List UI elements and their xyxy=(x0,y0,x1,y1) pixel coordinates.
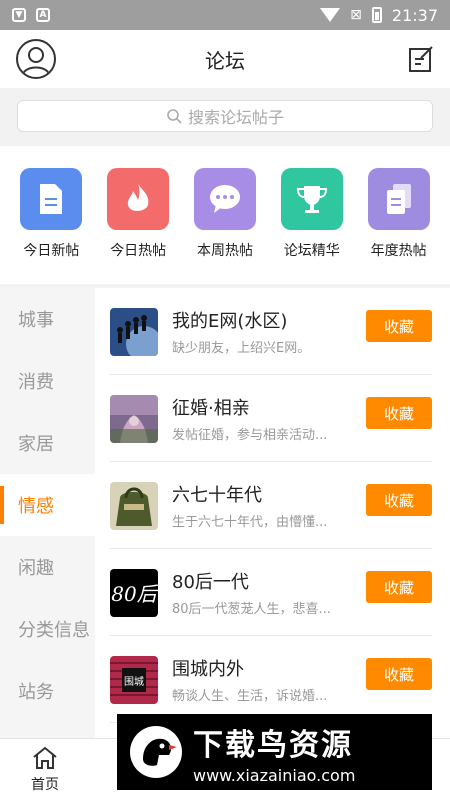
list-item[interactable]: 围城 围城内外 畅谈人生、生活，诉说婚... 收藏 xyxy=(95,636,450,723)
category-week-hot[interactable]: 本周热帖 xyxy=(185,168,265,284)
search-icon xyxy=(167,109,182,124)
category-label: 今日热帖 xyxy=(110,243,167,259)
category-today-hot[interactable]: 今日热帖 xyxy=(98,168,178,284)
search-placeholder: 搜索论坛帖子 xyxy=(187,108,284,127)
forum-description: 缺少朋友，上绍兴E网。 xyxy=(172,341,311,356)
sidebar-item-leisure[interactable]: 闲趣 xyxy=(0,536,95,598)
status-time: 21:37 xyxy=(391,5,438,25)
sidebar: 城事 消费 家居 情感 闲趣 分类信息 站务 xyxy=(0,288,95,738)
category-forum-best[interactable]: 论坛精华 xyxy=(272,168,352,284)
status-bar: ▼ A ⊠ 21:37 xyxy=(0,0,450,30)
category-label: 今日新帖 xyxy=(23,243,80,259)
nav-home[interactable]: 首页 xyxy=(5,746,85,794)
sidebar-item-city[interactable]: 城事 xyxy=(0,288,95,350)
watermark: 下载鸟资源 www.xiazainiao.com xyxy=(117,714,432,790)
search-bar-container: 搜索论坛帖子 xyxy=(0,88,450,146)
forum-description: 80后一代葱茏人生，悲喜... xyxy=(172,602,331,617)
wifi-icon xyxy=(320,8,341,22)
category-label: 年度热帖 xyxy=(370,243,427,259)
sidebar-item-emotion[interactable]: 情感 xyxy=(0,474,95,536)
list-item[interactable]: 我的E网(水区) 缺少朋友，上绍兴E网。 收藏 xyxy=(95,288,450,375)
forum-description: 生于六七十年代，由懵懂... xyxy=(172,515,328,530)
files-icon xyxy=(367,168,430,230)
no-signal-icon: ⊠ xyxy=(350,7,362,23)
favorite-button[interactable]: 收藏 xyxy=(366,310,432,342)
watermark-title: 下载鸟资源 xyxy=(193,727,353,763)
user-icon xyxy=(22,47,50,76)
favorite-button[interactable]: 收藏 xyxy=(366,397,432,429)
search-input[interactable]: 搜索论坛帖子 xyxy=(17,100,433,132)
forum-list: 我的E网(水区) 缺少朋友，上绍兴E网。 收藏 征婚·相亲 发帖征婚，参与相亲活… xyxy=(95,288,450,738)
a-icon: A xyxy=(36,8,50,22)
watermark-url: www.xiazainiao.com xyxy=(193,765,356,785)
category-shortcuts: 今日新帖 今日热帖 本周热帖 论坛精华 年度热帖 xyxy=(0,146,450,284)
category-label: 本周热帖 xyxy=(196,243,253,259)
sidebar-item-home[interactable]: 家居 xyxy=(0,412,95,474)
top-header: 论坛 xyxy=(0,30,450,88)
list-item[interactable]: 80后 80后一代 80后一代葱茏人生，悲喜... 收藏 xyxy=(95,549,450,636)
forum-thumbnail xyxy=(110,307,158,356)
chat-icon xyxy=(193,168,256,230)
avatar[interactable] xyxy=(16,39,56,79)
forum-thumbnail: 80后 xyxy=(110,568,158,617)
flame-icon xyxy=(107,168,170,230)
favorite-button[interactable]: 收藏 xyxy=(366,484,432,516)
trophy-icon xyxy=(280,168,343,230)
forum-name: 征婚·相亲 xyxy=(172,398,250,419)
forum-description: 发帖征婚，参与相亲活动... xyxy=(172,428,328,443)
sidebar-item-classifieds[interactable]: 分类信息 xyxy=(0,598,95,660)
battery-icon xyxy=(371,7,382,23)
svg-text:围城: 围城 xyxy=(124,676,144,688)
shield-icon: ▼ xyxy=(12,8,26,22)
favorite-button[interactable]: 收藏 xyxy=(366,658,432,690)
category-label: 论坛精华 xyxy=(283,243,340,259)
category-year-hot[interactable]: 年度热帖 xyxy=(359,168,439,284)
forum-name: 80后一代 xyxy=(172,572,249,593)
nav-home-label: 首页 xyxy=(31,776,59,793)
forum-thumbnail: 围城 xyxy=(110,655,158,704)
bird-logo-icon xyxy=(130,726,182,778)
list-item[interactable]: 六七十年代 生于六七十年代，由懵懂... 收藏 xyxy=(95,462,450,549)
forum-name: 我的E网(水区) xyxy=(172,311,288,332)
forum-thumbnail xyxy=(110,481,158,530)
forum-name: 围城内外 xyxy=(172,659,244,680)
favorite-button[interactable]: 收藏 xyxy=(366,571,432,603)
compose-icon xyxy=(409,46,433,72)
forum-name: 六七十年代 xyxy=(172,485,262,506)
svg-text:80后: 80后 xyxy=(111,582,158,606)
page-title: 论坛 xyxy=(205,48,245,73)
forum-thumbnail xyxy=(110,394,158,443)
compose-button[interactable] xyxy=(408,45,434,77)
forum-description: 畅谈人生、生活，诉说婚... xyxy=(172,689,328,704)
list-item[interactable]: 征婚·相亲 发帖征婚，参与相亲活动... 收藏 xyxy=(95,375,450,462)
document-icon xyxy=(20,168,83,230)
home-icon xyxy=(33,746,57,769)
sidebar-item-site-affairs[interactable]: 站务 xyxy=(0,660,95,722)
category-today-new[interactable]: 今日新帖 xyxy=(11,168,91,284)
sidebar-item-consumer[interactable]: 消费 xyxy=(0,350,95,412)
